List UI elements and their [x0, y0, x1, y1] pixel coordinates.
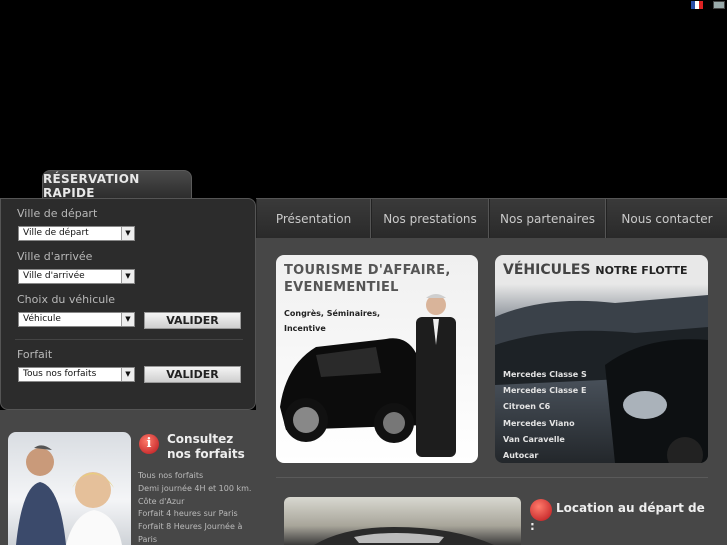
forfait-item[interactable]: Forfait 8 Heures Journée à [138, 521, 253, 534]
tourisme-subtitle: Congrès, Séminaires, Incentive [284, 306, 380, 336]
forfait-item[interactable]: Tous nos forfaits [138, 470, 253, 483]
location-title-line2: : [530, 519, 535, 533]
forfaits-title-line1: Consultez [167, 432, 234, 446]
nav-presentation[interactable]: Présentation [256, 199, 371, 238]
depart-label: Ville de départ [17, 207, 98, 220]
english-flag-icon[interactable] [713, 1, 725, 9]
tourisme-title: TOURISME D'AFFAIRE, EVENEMENTIEL [284, 262, 451, 296]
chevron-down-icon: ▼ [121, 227, 134, 240]
reservation-panel: Ville de départ Ville de départ ▼ Ville … [0, 198, 256, 410]
location-image [284, 497, 521, 545]
valider-vehicule-button[interactable]: VALIDER [144, 312, 241, 329]
vehicule-item[interactable]: Citroen C6 [503, 399, 587, 415]
divider [15, 339, 243, 340]
vehicule-item[interactable]: Mercedes Classe S [503, 367, 587, 383]
tourisme-sub-line1: Congrès, Séminaires, [284, 309, 381, 318]
car-front-image [314, 527, 494, 545]
tourisme-sub-line2: Incentive [284, 324, 326, 333]
forfaits-title-line2: nos forfaits [167, 447, 245, 461]
business-people-image [16, 445, 122, 545]
forfait-item[interactable]: Paris [138, 534, 253, 545]
content-divider [276, 477, 708, 478]
forfait-select[interactable]: Tous nos forfaits ▼ [18, 367, 135, 382]
chevron-down-icon: ▼ [121, 313, 134, 326]
valider-forfait-button[interactable]: VALIDER [144, 366, 241, 383]
forfait-item[interactable]: Forfait 4 heures sur Paris [138, 508, 253, 521]
arrivee-label: Ville d'arrivée [17, 250, 93, 263]
forfait-item[interactable]: Côte d'Azur [138, 496, 253, 509]
depart-select-value: Ville de départ [23, 228, 89, 238]
forfait-label: Forfait [17, 348, 53, 361]
chevron-down-icon: ▼ [121, 368, 134, 381]
vehicule-select[interactable]: Véhicule ▼ [18, 312, 135, 327]
french-flag-icon[interactable] [691, 1, 703, 9]
main-nav: Présentation Nos prestations Nos partena… [256, 198, 727, 238]
vehicules-card[interactable]: VÉHICULES NOTRE FLOTTE Mercedes Classe S… [495, 255, 708, 463]
info-icon: i [139, 434, 159, 454]
vehicules-title-main: VÉHICULES [503, 262, 591, 278]
nav-prestations[interactable]: Nos prestations [371, 199, 489, 238]
location-title-line1: Location au départ de [556, 501, 705, 515]
forfait-item[interactable]: Demi journée 4H et 100 km. [138, 483, 253, 496]
forfait-select-value: Tous nos forfaits [23, 369, 97, 379]
vehicule-item[interactable]: Mercedes Classe E [503, 383, 587, 399]
vehicule-item[interactable]: Mercedes Viano [503, 416, 587, 432]
header-banner [0, 0, 727, 198]
chevron-down-icon: ▼ [121, 270, 134, 283]
tourisme-title-line1: TOURISME D'AFFAIRE, [284, 263, 451, 278]
tourisme-card[interactable]: TOURISME D'AFFAIRE, EVENEMENTIEL Congrès… [276, 255, 478, 463]
forfaits-list: Tous nos forfaits Demi journée 4H et 100… [138, 470, 253, 545]
nav-partenaires[interactable]: Nos partenaires [489, 199, 606, 238]
vehicules-title: VÉHICULES NOTRE FLOTTE [503, 262, 688, 278]
forfaits-image [8, 432, 131, 545]
location-title[interactable]: Location au départ de [556, 500, 705, 516]
vehicule-label: Choix du véhicule [17, 293, 116, 306]
vehicules-list: Mercedes Classe S Mercedes Classe E Citr… [503, 367, 587, 463]
vehicule-item[interactable]: Van Caravelle [503, 432, 587, 448]
nav-contact[interactable]: Nous contacter [606, 199, 727, 238]
reservation-tab: RÉSERVATION RAPIDE [42, 170, 192, 200]
depart-select[interactable]: Ville de départ ▼ [18, 226, 135, 241]
vehicule-select-value: Véhicule [23, 314, 61, 324]
arrivee-select-value: Ville d'arrivée [23, 271, 85, 281]
tourisme-title-line2: EVENEMENTIEL [284, 280, 399, 295]
vehicules-title-small: NOTRE FLOTTE [595, 264, 688, 277]
language-switcher [691, 1, 725, 9]
forfaits-title[interactable]: Consultez nos forfaits [167, 432, 245, 462]
arrivee-select[interactable]: Ville d'arrivée ▼ [18, 269, 135, 284]
vehicule-item[interactable]: Autocar [503, 448, 587, 463]
